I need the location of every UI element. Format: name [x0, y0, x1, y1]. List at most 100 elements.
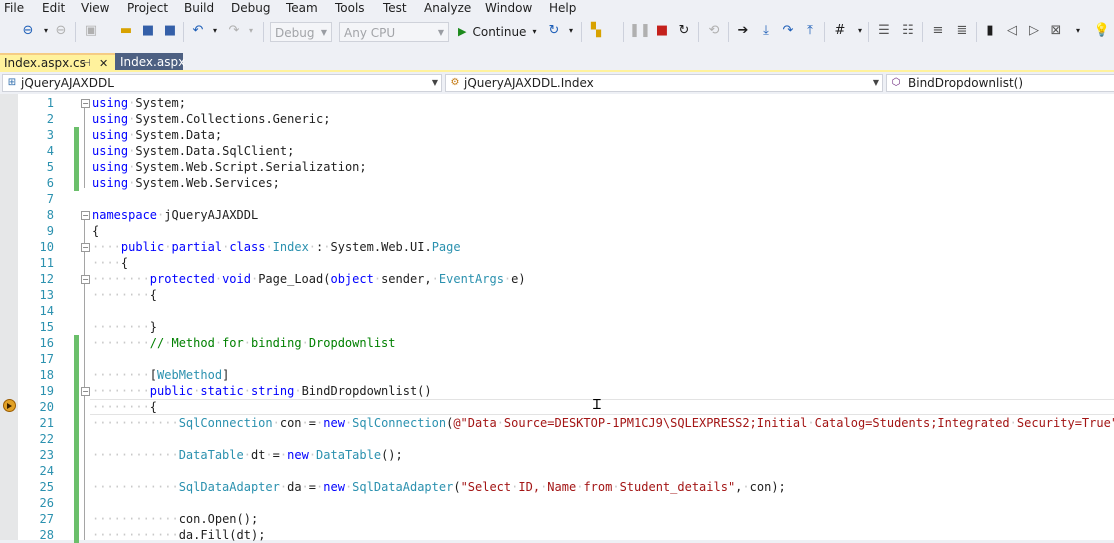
line-number: 18: [39, 368, 54, 382]
code-text: using·System.Web.Script.Serialization;: [92, 160, 367, 174]
code-line[interactable]: 19 − ········public·static·string·BindDrop…: [0, 383, 1114, 399]
menu-item-project[interactable]: Project: [127, 0, 168, 16]
collapse-icon[interactable]: −: [81, 387, 90, 396]
toolbar-options-icon[interactable]: ▾: [1070, 23, 1086, 39]
undo-icon[interactable]: ↶: [190, 23, 206, 39]
code-line[interactable]: 4 using·System.Data.SqlClient;: [0, 143, 1114, 159]
code-line[interactable]: 17: [0, 351, 1114, 367]
menu-item-window[interactable]: Window: [485, 0, 532, 16]
step-over-icon[interactable]: ↷: [780, 23, 796, 39]
pause-icon[interactable]: ❚❚: [629, 23, 651, 39]
lightbulb-icon[interactable]: 💡: [1094, 23, 1110, 39]
process-icon[interactable]: ▚: [588, 23, 604, 39]
code-line[interactable]: 6 using·System.Web.Services;: [0, 175, 1114, 191]
menu-item-tools[interactable]: Tools: [335, 0, 365, 16]
continue-button[interactable]: ▶ Continue ▾: [458, 23, 536, 41]
code-text: ············SqlConnection·con·=·new·SqlC…: [92, 416, 1114, 430]
toolbar: ⊖ ▾ ⊖ ▣ ▬ ■ ■ ↶ ▾ ↷ ▾ Debug ▼ Any CPU ▼ …: [0, 16, 1114, 48]
configuration-dropdown[interactable]: Debug ▼: [270, 22, 332, 42]
indent-icon[interactable]: ≡: [930, 23, 946, 39]
class-dropdown[interactable]: ⚙ jQueryAJAXDDL.Index ▼: [445, 74, 883, 92]
tab-label: Index.aspx: [120, 55, 186, 69]
platform-dropdown[interactable]: Any CPU ▼: [339, 22, 449, 42]
next-bookmark-icon[interactable]: ▷: [1026, 23, 1042, 39]
project-dropdown[interactable]: ⊞ jQueryAJAXDDL ▼: [2, 74, 442, 92]
outdent-icon[interactable]: ≣: [954, 23, 970, 39]
back-icon[interactable]: ⊖: [20, 23, 36, 39]
undo-dropdown-icon[interactable]: ▾: [207, 23, 223, 39]
menu-item-help[interactable]: Help: [549, 0, 576, 16]
align-right-icon[interactable]: ☷: [900, 23, 916, 39]
menu-item-view[interactable]: View: [81, 0, 109, 16]
overflow-dropdown-icon[interactable]: ▾: [852, 23, 868, 39]
menu-item-team[interactable]: Team: [286, 0, 318, 16]
step-into-icon[interactable]: ⤓: [758, 23, 774, 39]
code-line[interactable]: 24: [0, 463, 1114, 479]
menu-item-analyze[interactable]: Analyze: [424, 0, 471, 16]
code-line[interactable]: 28 ············da.Fill(dt);: [0, 527, 1114, 543]
show-next-statement-icon[interactable]: ➔: [735, 23, 751, 39]
change-indicator: [74, 367, 79, 383]
menu-item-edit[interactable]: Edit: [42, 0, 65, 16]
code-line[interactable]: 12 − ········protected·void·Page_Load(obje…: [0, 271, 1114, 287]
member-dropdown[interactable]: ⬡ BindDropdownlist(): [886, 74, 1114, 92]
code-line[interactable]: 20 ········{: [0, 399, 1114, 415]
forward-icon[interactable]: ⊖: [53, 23, 69, 39]
prev-bookmark-icon[interactable]: ◁: [1004, 23, 1020, 39]
align-left-icon[interactable]: ☰: [876, 23, 892, 39]
code-line[interactable]: 11 ····{: [0, 255, 1114, 271]
code-text: {: [92, 224, 100, 238]
redo-dropdown-icon[interactable]: ▾: [243, 23, 259, 39]
hex-icon[interactable]: #: [832, 23, 848, 39]
code-line[interactable]: 15 ········}: [0, 319, 1114, 335]
code-line[interactable]: 7: [0, 191, 1114, 207]
code-line[interactable]: 26: [0, 495, 1114, 511]
redo-icon[interactable]: ↷: [226, 23, 242, 39]
code-line[interactable]: 22: [0, 431, 1114, 447]
hot-reload-icon[interactable]: ⟲: [706, 23, 722, 39]
new-project-icon[interactable]: ▣: [83, 23, 99, 39]
code-line[interactable]: 25 ············SqlDataAdapter·da·=·new·Sq…: [0, 479, 1114, 495]
bookmark-icon[interactable]: ▮: [982, 23, 998, 39]
code-text: ········{: [92, 400, 158, 414]
code-editor[interactable]: 1− using·System; 2 using·System.Collections…: [0, 94, 1114, 543]
line-number: 13: [39, 288, 54, 302]
code-line[interactable]: 23 ············DataTable·dt·=·new·DataTab…: [0, 447, 1114, 463]
code-line[interactable]: 9{: [0, 223, 1114, 239]
step-out-icon[interactable]: ⤒: [802, 23, 818, 39]
code-line[interactable]: 14: [0, 303, 1114, 319]
code-line[interactable]: 16 ········//·Method·for·binding·Dropdown…: [0, 335, 1114, 351]
menu-item-build[interactable]: Build: [184, 0, 214, 16]
restart-icon[interactable]: ↻: [546, 23, 562, 39]
menu-item-test[interactable]: Test: [383, 0, 407, 16]
collapse-icon[interactable]: −: [81, 211, 90, 220]
clear-bookmarks-icon[interactable]: ⊠: [1048, 23, 1064, 39]
code-line[interactable]: 8 − namespace·jQueryAJAXDDL: [0, 207, 1114, 223]
menu-item-debug[interactable]: Debug: [231, 0, 270, 16]
collapse-icon[interactable]: −: [81, 275, 90, 284]
code-line[interactable]: 3 using·System.Data;: [0, 127, 1114, 143]
collapse-icon[interactable]: −: [81, 243, 90, 252]
code-line[interactable]: 13 ········{: [0, 287, 1114, 303]
change-indicator: [74, 143, 79, 159]
change-indicator: [74, 127, 79, 143]
code-text: ····{: [92, 256, 129, 270]
code-line[interactable]: 27 ············con.Open();: [0, 511, 1114, 527]
code-line[interactable]: 2 using·System.Collections.Generic;: [0, 111, 1114, 127]
stop-icon[interactable]: ■: [654, 23, 670, 39]
code-line[interactable]: 5 using·System.Web.Script.Serialization;: [0, 159, 1114, 175]
menu-item-file[interactable]: File: [4, 0, 24, 16]
line-number: 23: [39, 448, 54, 462]
open-folder-icon[interactable]: ▬: [118, 23, 134, 39]
code-line[interactable]: 1 − using·System;: [0, 95, 1114, 111]
code-line[interactable]: 18 ········[WebMethod]: [0, 367, 1114, 383]
save-all-icon[interactable]: ■: [162, 23, 178, 39]
back-dropdown-icon[interactable]: ▾: [38, 23, 54, 39]
change-indicator: [74, 159, 79, 175]
restart-dropdown-icon[interactable]: ▾: [563, 23, 579, 39]
save-icon[interactable]: ■: [140, 23, 156, 39]
collapse-icon[interactable]: −: [81, 99, 90, 108]
code-line[interactable]: 10 − ····public·partial·class·Index·:·Syst…: [0, 239, 1114, 255]
refresh-icon[interactable]: ↻: [676, 23, 692, 39]
code-line[interactable]: 21 ············SqlConnection·con·=·new·Sq…: [0, 415, 1114, 431]
